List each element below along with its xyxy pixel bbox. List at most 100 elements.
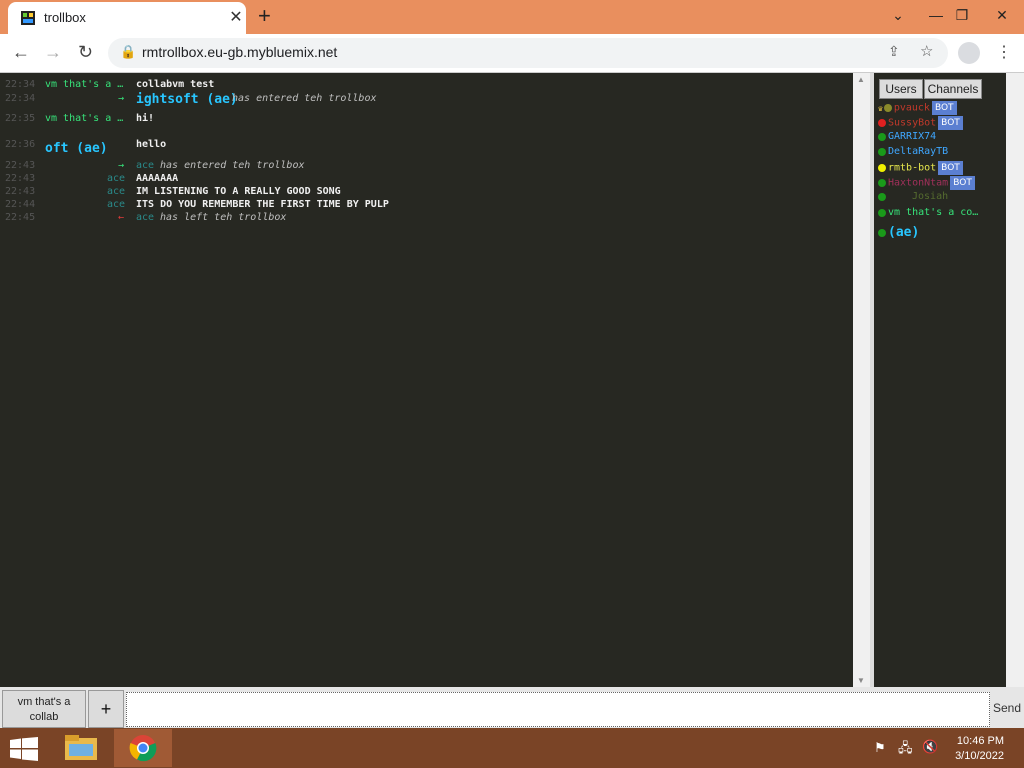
user-list-item[interactable]: vm that's a co… — [878, 207, 978, 222]
message-text: IM LISTENING TO A REALLY GOOD SONG — [136, 186, 341, 197]
url-text[interactable]: rmtrollbox.eu-gb.mybluemix.net — [142, 44, 337, 60]
join-arrow-icon: → — [118, 93, 125, 104]
message-nick[interactable]: ightsoft (ae) — [136, 92, 238, 107]
menu-kebab-icon[interactable]: ⋮ — [996, 42, 1012, 62]
volume-muted-icon[interactable]: 🔇 — [922, 739, 938, 755]
user-list-item[interactable]: DeltaRayTB — [878, 146, 948, 161]
scroll-up-icon[interactable]: ▲ — [857, 75, 865, 84]
flag-icon[interactable]: ⚑ — [874, 740, 886, 756]
message-timestamp: 22:34 — [5, 79, 36, 90]
clock-date: 3/10/2022 — [955, 750, 1004, 762]
windows-start-icon[interactable] — [10, 737, 38, 761]
maximize-button[interactable]: ❐ — [944, 0, 980, 30]
chat-message: 22:43 ace IM LISTENING TO A REALLY GOOD … — [0, 186, 850, 200]
share-icon[interactable]: ⇪ — [888, 43, 900, 60]
status-dot-icon — [878, 192, 886, 201]
message-text: ITS DO YOU REMEMBER THE FIRST TIME BY PU… — [136, 199, 389, 210]
chat-join-message: 22:34 → ightsoft (ae) has entered teh tr… — [0, 92, 850, 107]
user-name: DeltaRayTB — [888, 146, 949, 157]
message-nick[interactable]: ace — [136, 212, 154, 223]
chat-leave-message: 22:45 ← ace has left teh trollbox — [0, 212, 850, 226]
message-nick[interactable]: oft (ae) — [45, 141, 108, 156]
back-arrow-icon[interactable]: ← — [12, 42, 30, 63]
user-list-item[interactable]: rmtb-bot BOT — [878, 161, 963, 176]
chrome-taskbar-button[interactable] — [114, 729, 172, 767]
user-name: HaxtonNtam — [888, 177, 949, 189]
status-dot-icon — [878, 179, 886, 187]
message-nick[interactable]: vm that's a … — [45, 79, 129, 90]
lock-icon[interactable]: 🔒 — [120, 44, 136, 60]
tab-bar: trollbox ✕ + ⌄ — ❐ ✕ — [0, 0, 1024, 34]
message-timestamp: 22:34 — [5, 93, 36, 104]
tab-channels[interactable]: Channels — [924, 79, 982, 99]
chat-message: 22:34 vm that's a … collabvm test — [0, 79, 850, 93]
chat-scrollbar[interactable]: ▲ ▼ — [853, 73, 870, 687]
user-name: (ae) — [888, 225, 920, 240]
channel-button[interactable]: vm that's a collab — [2, 690, 86, 728]
reload-icon[interactable]: ↻ — [78, 42, 93, 63]
leave-arrow-icon: ← — [118, 212, 125, 223]
user-list-scrollbar[interactable] — [1006, 73, 1024, 687]
close-window-button[interactable]: ✕ — [984, 0, 1020, 30]
send-button[interactable]: Send — [990, 690, 1024, 726]
network-icon[interactable]: 🖧 — [898, 739, 913, 761]
browser-toolbar: ← → ↻ 🔒 rmtrollbox.eu-gb.mybluemix.net ⇪… — [0, 34, 1024, 73]
user-list-item[interactable]: (ae) — [878, 225, 919, 240]
status-dot-icon — [883, 104, 892, 112]
user-list-item[interactable]: Josiah — [878, 191, 948, 206]
crown-icon: ♛ — [878, 103, 883, 113]
message-text: has entered teh trollbox — [160, 160, 305, 171]
user-list-item[interactable]: ♛ pvauck BOT — [878, 101, 957, 116]
message-text: has left teh trollbox — [160, 212, 287, 223]
message-nick[interactable]: ace — [45, 199, 125, 210]
tab-close-icon[interactable]: ✕ — [226, 7, 246, 27]
message-nick[interactable]: vm that's a … — [45, 113, 129, 124]
message-nick[interactable]: ace — [45, 186, 125, 197]
channel-label: vm that's a collab — [17, 696, 71, 723]
message-timestamp: 22:45 — [5, 212, 36, 223]
chrome-icon — [129, 735, 157, 762]
new-tab-button[interactable]: + — [258, 3, 271, 29]
clock[interactable]: 10:46 PM 3/10/2022 — [955, 734, 1004, 764]
message-nick[interactable]: ace — [136, 160, 154, 171]
message-timestamp: 22:44 — [5, 199, 36, 210]
message-input[interactable] — [126, 692, 990, 727]
status-dot-icon — [878, 132, 886, 141]
chat-join-message: 22:43 → ace has entered teh trollbox — [0, 160, 850, 174]
message-text: hello — [136, 139, 167, 150]
user-list-item[interactable]: SussyBot BOT — [878, 116, 963, 131]
tab-users[interactable]: Users — [879, 79, 923, 99]
tab-search-icon[interactable]: ⌄ — [880, 0, 916, 30]
user-panel: Users Channels ♛ pvauck BOT SussyBot BOT GARR… — [874, 73, 1006, 687]
address-bar[interactable]: 🔒 rmtrollbox.eu-gb.mybluemix.net ⇪ ☆ — [108, 38, 948, 68]
chat-message: 22:43 ace AAAAAAA — [0, 173, 850, 187]
message-nick[interactable]: ace — [45, 173, 125, 184]
bookmark-star-icon[interactable]: ☆ — [920, 42, 933, 60]
status-dot-icon — [878, 164, 886, 172]
bot-badge: BOT — [931, 101, 957, 115]
status-dot-icon — [878, 119, 886, 127]
status-dot-icon — [878, 147, 886, 156]
message-text: collabvm test — [136, 79, 215, 90]
file-explorer-icon[interactable] — [64, 734, 98, 762]
input-bar: vm that's a collab + Send — [0, 687, 1024, 728]
chat-log: 22:34 vm that's a … collabvm test 22:34 … — [0, 73, 853, 687]
profile-avatar-icon[interactable] — [958, 42, 980, 64]
scroll-down-icon[interactable]: ▼ — [857, 676, 865, 685]
message-timestamp: 22:36 — [5, 139, 36, 150]
bot-badge: BOT — [938, 161, 963, 175]
message-timestamp: 22:43 — [5, 186, 36, 197]
chat-message: 22:44 ace ITS DO YOU REMEMBER THE FIRST … — [0, 199, 850, 213]
user-name: GARRIX74 — [888, 131, 937, 142]
join-arrow-icon: → — [118, 160, 125, 171]
add-channel-button[interactable]: + — [88, 690, 124, 728]
user-name: vm that's a co… — [888, 207, 979, 218]
forward-arrow-icon[interactable]: → — [44, 42, 62, 63]
chat-message: 22:35 vm that's a … hi! — [0, 113, 850, 127]
clock-time: 10:46 PM — [956, 735, 1004, 747]
user-list-item[interactable]: HaxtonNtam BOT — [878, 176, 975, 191]
message-text: hi! — [136, 113, 155, 124]
user-name: Josiah — [912, 191, 949, 202]
browser-tab[interactable]: trollbox ✕ — [8, 2, 246, 34]
user-list-item[interactable]: GARRIX74 — [878, 131, 936, 146]
